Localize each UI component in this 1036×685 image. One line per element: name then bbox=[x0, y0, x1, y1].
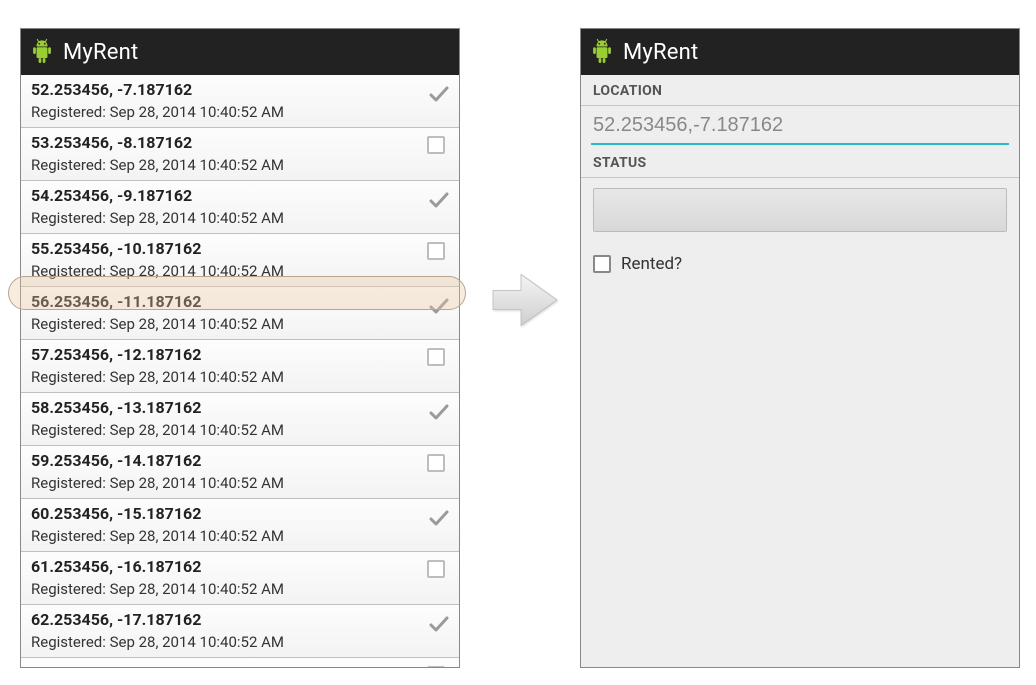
list-item[interactable]: 59.253456, -14.187162Registered: Sep 28,… bbox=[21, 446, 459, 499]
arrow-icon bbox=[485, 260, 565, 340]
list-item[interactable]: 57.253456, -12.187162Registered: Sep 28,… bbox=[21, 340, 459, 393]
list-item-coords: 56.253456, -11.187162 bbox=[31, 291, 449, 313]
list-item[interactable]: 58.253456, -13.187162Registered: Sep 28,… bbox=[21, 393, 459, 446]
list-item-registered: Registered: Sep 28, 2014 10:40:52 AM bbox=[31, 260, 449, 282]
list-item[interactable]: 54.253456, -9.187162Registered: Sep 28, … bbox=[21, 181, 459, 234]
list-item-coords: 54.253456, -9.187162 bbox=[31, 185, 449, 207]
rented-checkbox[interactable] bbox=[593, 255, 611, 273]
list-item-coords: 63.253456, -18.187162 bbox=[31, 662, 449, 667]
residence-list[interactable]: 52.253456, -7.187162Registered: Sep 28, … bbox=[21, 75, 459, 667]
location-header: LOCATION bbox=[581, 75, 1019, 106]
list-item[interactable]: 61.253456, -16.187162Registered: Sep 28,… bbox=[21, 552, 459, 605]
checkbox-empty[interactable] bbox=[427, 454, 447, 474]
check-icon[interactable] bbox=[427, 189, 447, 209]
list-item-registered: Registered: Sep 28, 2014 10:40:52 AM bbox=[31, 631, 449, 653]
action-bar: MyRent bbox=[581, 29, 1019, 75]
action-bar: MyRent bbox=[21, 29, 459, 75]
date-button[interactable] bbox=[593, 188, 1007, 232]
check-icon[interactable] bbox=[427, 295, 447, 315]
check-icon[interactable] bbox=[427, 507, 447, 527]
location-input[interactable] bbox=[591, 110, 1009, 145]
check-icon[interactable] bbox=[427, 613, 447, 633]
checkbox-empty[interactable] bbox=[427, 560, 447, 580]
list-item-registered: Registered: Sep 28, 2014 10:40:52 AM bbox=[31, 472, 449, 494]
android-icon bbox=[591, 39, 613, 65]
list-item-coords: 53.253456, -8.187162 bbox=[31, 132, 449, 154]
list-item-coords: 52.253456, -7.187162 bbox=[31, 79, 449, 101]
list-item[interactable]: 56.253456, -11.187162Registered: Sep 28,… bbox=[21, 287, 459, 340]
status-header: STATUS bbox=[581, 147, 1019, 178]
list-item-registered: Registered: Sep 28, 2014 10:40:52 AM bbox=[31, 313, 449, 335]
checkbox-empty[interactable] bbox=[427, 666, 447, 667]
list-item[interactable]: 62.253456, -17.187162Registered: Sep 28,… bbox=[21, 605, 459, 658]
list-item-coords: 62.253456, -17.187162 bbox=[31, 609, 449, 631]
checkbox-empty[interactable] bbox=[427, 348, 447, 368]
checkbox-empty[interactable] bbox=[427, 136, 447, 156]
list-screen: MyRent 52.253456, -7.187162Registered: S… bbox=[20, 28, 460, 668]
list-item[interactable]: 60.253456, -15.187162Registered: Sep 28,… bbox=[21, 499, 459, 552]
app-title: MyRent bbox=[623, 40, 698, 65]
check-icon[interactable] bbox=[427, 401, 447, 421]
list-item-registered: Registered: Sep 28, 2014 10:40:52 AM bbox=[31, 101, 449, 123]
list-item[interactable]: 52.253456, -7.187162Registered: Sep 28, … bbox=[21, 75, 459, 128]
list-item-registered: Registered: Sep 28, 2014 10:40:52 AM bbox=[31, 419, 449, 441]
list-item-registered: Registered: Sep 28, 2014 10:40:52 AM bbox=[31, 525, 449, 547]
list-item-coords: 59.253456, -14.187162 bbox=[31, 450, 449, 472]
app-title: MyRent bbox=[63, 40, 138, 65]
rented-label: Rented? bbox=[621, 254, 682, 274]
android-icon bbox=[31, 39, 53, 65]
detail-screen: MyRent LOCATION STATUS Rented? bbox=[580, 28, 1020, 668]
list-item-coords: 55.253456, -10.187162 bbox=[31, 238, 449, 260]
list-item[interactable]: 53.253456, -8.187162Registered: Sep 28, … bbox=[21, 128, 459, 181]
detail-body: LOCATION STATUS Rented? bbox=[581, 75, 1019, 667]
checkbox-empty[interactable] bbox=[427, 242, 447, 262]
list-item-registered: Registered: Sep 28, 2014 10:40:52 AM bbox=[31, 366, 449, 388]
list-item-registered: Registered: Sep 28, 2014 10:40:52 AM bbox=[31, 207, 449, 229]
list-item-coords: 57.253456, -12.187162 bbox=[31, 344, 449, 366]
list-item[interactable]: 55.253456, -10.187162Registered: Sep 28,… bbox=[21, 234, 459, 287]
list-item-registered: Registered: Sep 28, 2014 10:40:52 AM bbox=[31, 154, 449, 176]
check-icon[interactable] bbox=[427, 83, 447, 103]
list-item-coords: 60.253456, -15.187162 bbox=[31, 503, 449, 525]
list-item-registered: Registered: Sep 28, 2014 10:40:52 AM bbox=[31, 578, 449, 600]
list-item[interactable]: 63.253456, -18.187162Registered: Sep 28,… bbox=[21, 658, 459, 667]
list-item-coords: 58.253456, -13.187162 bbox=[31, 397, 449, 419]
list-item-coords: 61.253456, -16.187162 bbox=[31, 556, 449, 578]
